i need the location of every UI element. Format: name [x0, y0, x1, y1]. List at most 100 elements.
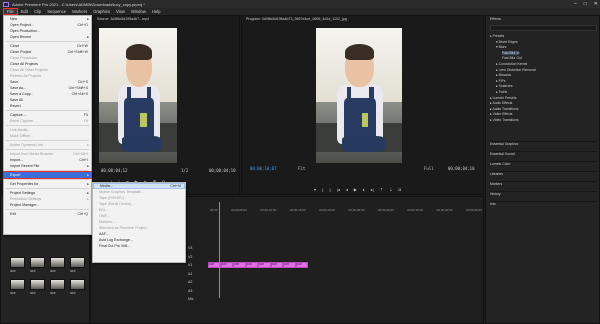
effects-tree-item[interactable]: ▸ Twirls: [496, 90, 507, 94]
menu-item-shortcut: Ctrl+S: [77, 80, 88, 84]
project-thumbnail[interactable]: [50, 257, 65, 268]
track-label[interactable]: A2: [188, 280, 192, 284]
effects-tree-item[interactable]: ▸ Video Effects: [490, 112, 513, 116]
video-clip[interactable]: 3d3f: [233, 262, 246, 268]
panel-section-essential-sound[interactable]: Essential Sound: [490, 151, 597, 156]
maximize-button[interactable]: □: [584, 0, 587, 8]
video-clip[interactable]: 3d3f: [283, 262, 296, 268]
effects-tree-item[interactable]: ▸ Audio Effects: [490, 101, 512, 105]
file-menu-item-project-manager[interactable]: Project Manager...: [4, 202, 91, 208]
track-label[interactable]: V2: [188, 255, 192, 259]
effects-tree-item[interactable]: Fast Blur Out: [502, 56, 522, 60]
track-label[interactable]: Mix: [188, 297, 194, 301]
effects-tree-item[interactable]: Fast Blur In: [502, 50, 520, 55]
mark-in-icon[interactable]: {: [322, 187, 323, 192]
project-thumbnail[interactable]: [10, 257, 25, 268]
effects-tree-item[interactable]: ▸ Audio Transitions: [490, 107, 518, 111]
menu-help[interactable]: Help: [149, 8, 164, 15]
track-label[interactable]: A3: [188, 289, 192, 293]
effects-search-input[interactable]: [490, 25, 597, 31]
project-thumbnail[interactable]: [70, 279, 85, 290]
effects-tree-item[interactable]: ▸ PiPs: [496, 79, 506, 83]
video-clip[interactable]: 3d3f: [270, 262, 283, 268]
go-to-in-icon[interactable]: |◂: [337, 187, 340, 192]
playhead[interactable]: [219, 202, 220, 298]
camera-icon[interactable]: ◘: [399, 187, 401, 192]
export-submenu: Media... Ctrl+M Motion Graphics Template..…: [92, 182, 186, 263]
step-back-icon[interactable]: ◂: [346, 187, 348, 192]
file-menu-item-export[interactable]: Export ▸: [3, 171, 92, 179]
effects-tree-item[interactable]: ▸ Video Transitions: [490, 118, 519, 122]
panel-section-lumetri-color[interactable]: Lumetri Color: [490, 161, 597, 166]
menu-item-label: Close: [10, 44, 20, 48]
effects-tree-item[interactable]: ▸ Presets: [490, 34, 504, 38]
close-button[interactable]: ✕: [594, 0, 598, 8]
mark-out-icon[interactable]: }: [329, 187, 330, 192]
video-clip[interactable]: 3d3f: [220, 262, 233, 268]
go-to-out-icon[interactable]: ▸|: [371, 187, 374, 192]
effects-tree-item[interactable]: ▾ Bevel Edges: [496, 40, 518, 44]
minimize-button[interactable]: –: [574, 0, 577, 8]
menu-markers[interactable]: Markers: [69, 8, 90, 15]
panel-section-markers[interactable]: Markers: [490, 181, 597, 186]
project-thumbnail[interactable]: [10, 279, 25, 290]
panel-section-info[interactable]: Info: [490, 201, 597, 206]
track-label[interactable]: V3: [188, 246, 192, 250]
menu-separator: [6, 125, 89, 126]
export-menu-item-final-cut-pro-xml[interactable]: Final Cut Pro XML...: [93, 243, 185, 249]
effects-tree-item[interactable]: ▸ Lens Distortion Removal: [496, 68, 536, 72]
track-label[interactable]: V1: [188, 263, 192, 267]
menu-item-shortcut: Ctrl+W: [76, 44, 88, 48]
step-forward-icon[interactable]: ▸: [363, 187, 365, 192]
file-menu-item-exit[interactable]: Exit Ctrl+Q: [4, 211, 91, 217]
panel-section-essential-graphics[interactable]: Essential Graphics: [490, 141, 597, 146]
timeline-ruler[interactable]: 00;00 00;00;05;00 00;00;10;00 00;00;15;00 00…: [210, 208, 482, 212]
menu-file[interactable]: File: [3, 8, 18, 15]
file-menu-item-import-recent-file[interactable]: Import Recent File ▸: [4, 163, 91, 169]
menu-clip[interactable]: Clip: [31, 8, 44, 15]
file-menu-item-get-properties-for[interactable]: Get Properties for ▸: [4, 181, 91, 187]
file-menu-item-revert[interactable]: Revert: [4, 103, 91, 109]
menu-graphics[interactable]: Graphics: [90, 8, 113, 15]
lift-icon[interactable]: ⇡: [380, 187, 383, 192]
effects-tree-item[interactable]: ▸ Solarizes: [496, 84, 513, 88]
program-zoom-select[interactable]: Full: [424, 166, 434, 171]
menu-sequence[interactable]: Sequence: [44, 8, 69, 15]
source-timecode-left: 00;00;04;12: [101, 168, 128, 173]
window-title: Adobe Premiere Pro 2021 - C:\Users\ADMIN…: [12, 1, 145, 7]
video-clip[interactable]: 3d3f: [295, 262, 308, 268]
menu-item-label: Avid Log Exchange...: [99, 238, 133, 242]
effects-tree-item[interactable]: ▸ Convolution Kernel: [496, 62, 527, 66]
source-monitor-tab[interactable]: Source: 3d3f6c5d195a4b7...mp4: [97, 17, 149, 21]
play-icon[interactable]: ▶: [354, 187, 357, 192]
project-thumbnail-label: 3d3f: [30, 269, 36, 273]
project-thumbnail[interactable]: [50, 279, 65, 290]
track-label[interactable]: A1: [188, 272, 192, 276]
menu-item-shortcut: Ctrl+Alt+S: [71, 92, 88, 96]
menu-item-label: Adobe Dynamic Link: [10, 143, 43, 147]
project-thumbnail[interactable]: [30, 279, 45, 290]
file-menu-item-open-recent[interactable]: Open Recent ▸: [4, 34, 91, 40]
submenu-arrow-icon: ▸: [87, 182, 89, 186]
panel-section-history[interactable]: History: [490, 191, 597, 196]
project-thumbnail[interactable]: [70, 257, 85, 268]
menu-edit[interactable]: Edit: [18, 8, 31, 15]
file-menu-item-batch-capture: Batch Capture... F6: [4, 118, 91, 124]
marker-icon[interactable]: ▾: [314, 187, 316, 192]
effects-tree-item[interactable]: ▸ Mosaics: [496, 73, 511, 77]
menu-view[interactable]: View: [113, 8, 128, 15]
project-thumbnail[interactable]: [30, 257, 45, 268]
program-monitor-tab[interactable]: Program: 3d3f6c5d195a4b73_3697e4ce_0605_…: [246, 17, 347, 21]
program-timecode-left[interactable]: 00;00;10;07: [250, 166, 277, 171]
menu-item-label: Markers...: [99, 220, 115, 224]
menu-window[interactable]: Window: [128, 8, 149, 15]
extract-icon[interactable]: ⇣: [389, 187, 392, 192]
effects-tab[interactable]: Effects: [490, 17, 501, 21]
program-fit-select[interactable]: Fit: [298, 166, 305, 171]
panel-section-libraries[interactable]: Libraries: [490, 171, 597, 176]
video-clip[interactable]: 3d3f: [245, 262, 258, 268]
effects-tree-item[interactable]: ▾ Blurs: [496, 45, 506, 49]
effects-tree-item[interactable]: ▸ Lumetri Presets: [490, 96, 516, 100]
menu-item-label: Link Media...: [10, 128, 31, 132]
video-clip[interactable]: 3d3f: [258, 262, 271, 268]
